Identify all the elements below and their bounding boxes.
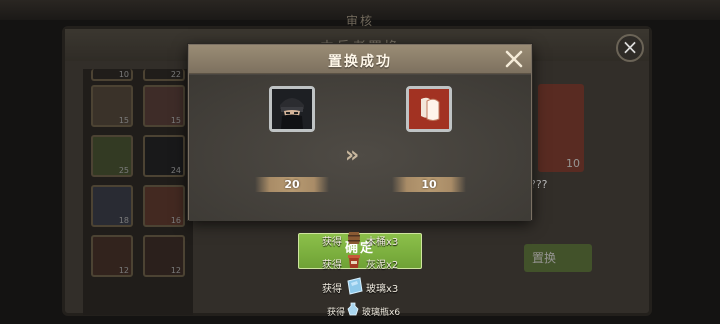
soldier-card: 15 <box>143 85 185 127</box>
glass-bottle-icon <box>346 302 360 319</box>
reward-item: 获得 木桶x3 <box>322 230 412 248</box>
background-soldier-grid: 10 22 15 15 25 24 18 16 12 12 <box>83 69 193 315</box>
exchange-success-dialog: 置换成功 <box>188 44 532 221</box>
reward-prefix: 获得 <box>322 237 342 248</box>
glass-pane-icon <box>346 277 364 298</box>
soldier-card: 24 <box>143 135 185 177</box>
reward-name: 木桶x3 <box>366 237 399 248</box>
background-exchange-button[interactable]: 置换 <box>524 244 592 272</box>
wooden-barrel-icon <box>346 230 362 249</box>
to-item-count: 10 <box>392 177 466 192</box>
background-result-card: 10 <box>538 84 584 172</box>
masked-soldier-portrait-icon <box>269 86 315 132</box>
soldier-card: 16 <box>143 185 185 227</box>
red-heads-silhouette-icon <box>406 86 452 132</box>
soldier-card: 15 <box>91 85 133 127</box>
reward-item: 获得 玻璃瓶x6 <box>327 302 417 320</box>
background-result-label: ??? <box>530 178 548 191</box>
soldier-card: 12 <box>91 235 133 277</box>
soldier-card: 10 <box>91 69 133 81</box>
reward-prefix: 获得 <box>322 260 342 271</box>
reward-name: 玻璃x3 <box>366 284 399 295</box>
close-icon[interactable] <box>503 48 525 70</box>
reward-prefix: 获得 <box>322 284 342 295</box>
mortar-bucket-icon <box>346 253 362 272</box>
soldier-card: 22 <box>143 69 185 81</box>
soldier-card: 12 <box>143 235 185 277</box>
background-close-icon[interactable]: × <box>616 34 644 62</box>
reward-item: 获得 灰泥x2 <box>322 253 412 271</box>
reward-name: 玻璃瓶x6 <box>362 308 401 318</box>
dialog-title: 置换成功 <box>328 54 392 70</box>
reward-name: 灰泥x2 <box>366 260 399 271</box>
reward-prefix: 获得 <box>327 308 346 318</box>
arrow-right-icon: » <box>345 143 359 168</box>
dialog-header: 置换成功 <box>189 45 531 74</box>
soldier-card: 18 <box>91 185 133 227</box>
from-item-count: 20 <box>255 177 329 192</box>
reward-item: 获得 玻璃x3 <box>322 277 412 295</box>
soldier-card: 25 <box>91 135 133 177</box>
